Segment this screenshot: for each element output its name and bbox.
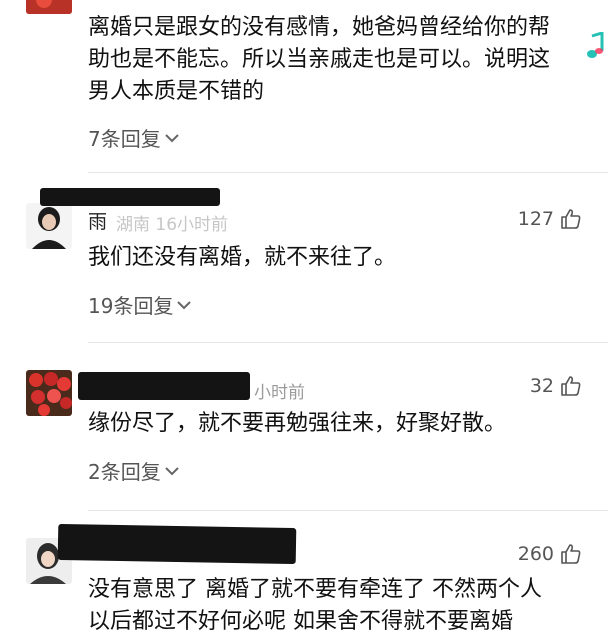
comment-body: 缘份尽了，就不要再勉强往来，好聚好散。 [88, 408, 586, 440]
comment-line: 男人本质是不错的 [88, 79, 265, 104]
chevron-down-icon [165, 466, 179, 476]
thumbs-up-icon [560, 375, 582, 397]
avatar[interactable] [26, 203, 72, 249]
divider [88, 342, 608, 343]
redaction-bar [57, 523, 297, 565]
comment-line: 以后都过不好何必呢 如果舍不得就不要离婚 [88, 609, 513, 634]
comment-line: 缘份尽了，就不要再勉强往来，好聚好散。 [88, 411, 507, 436]
like-count: 32 [529, 375, 554, 397]
avatar[interactable] [26, 370, 72, 416]
comment-body: 我们还没有离婚，就不来往了。 [88, 242, 586, 274]
thumbs-up-icon [560, 543, 582, 565]
chevron-down-icon [177, 300, 192, 310]
username[interactable]: 雨 [88, 207, 107, 234]
like-button[interactable]: 127 [518, 208, 582, 230]
comment-line: 我们还没有离婚，就不来往了。 [88, 245, 397, 270]
comment-meta: 小时前 [254, 383, 305, 403]
comment-meta: 湖南 16小时前 [116, 215, 229, 235]
comment-body: 离婚只是跟女的没有感情，她爸妈曾经给你的帮 助也是不能忘。所以当亲戚走也是可以。… [88, 12, 586, 108]
redaction-bar [78, 372, 250, 400]
avatar[interactable] [26, 0, 72, 14]
divider [88, 510, 608, 511]
comment-line: 没有意思了 离婚了就不要有牵连了 不然两个人 [88, 577, 542, 602]
comment-line: 离婚只是跟女的没有感情，她爸妈曾经给你的帮 [88, 15, 551, 40]
replies-label: 19条回复 [88, 294, 174, 318]
like-button[interactable]: 260 [518, 543, 582, 565]
music-note-icon [584, 32, 606, 60]
comment-line: 助也是不能忘。所以当亲戚走也是可以。说明这 [88, 47, 551, 72]
like-count: 260 [517, 543, 554, 565]
like-button[interactable]: 32 [530, 375, 582, 397]
replies-label: 2条回复 [88, 460, 161, 484]
comment-body: 没有意思了 离婚了就不要有牵连了 不然两个人 以后都过不好何必呢 如果舍不得就不… [88, 574, 586, 638]
replies-toggle[interactable]: 7条回复 [88, 123, 179, 152]
replies-label: 7条回复 [88, 127, 161, 151]
replies-toggle[interactable]: 19条回复 [88, 290, 192, 319]
chevron-down-icon [165, 133, 179, 143]
replies-toggle[interactable]: 2条回复 [88, 456, 179, 485]
redaction-bar [40, 188, 220, 206]
like-count: 127 [517, 208, 554, 230]
divider [88, 172, 608, 173]
thumbs-up-icon [560, 208, 582, 230]
